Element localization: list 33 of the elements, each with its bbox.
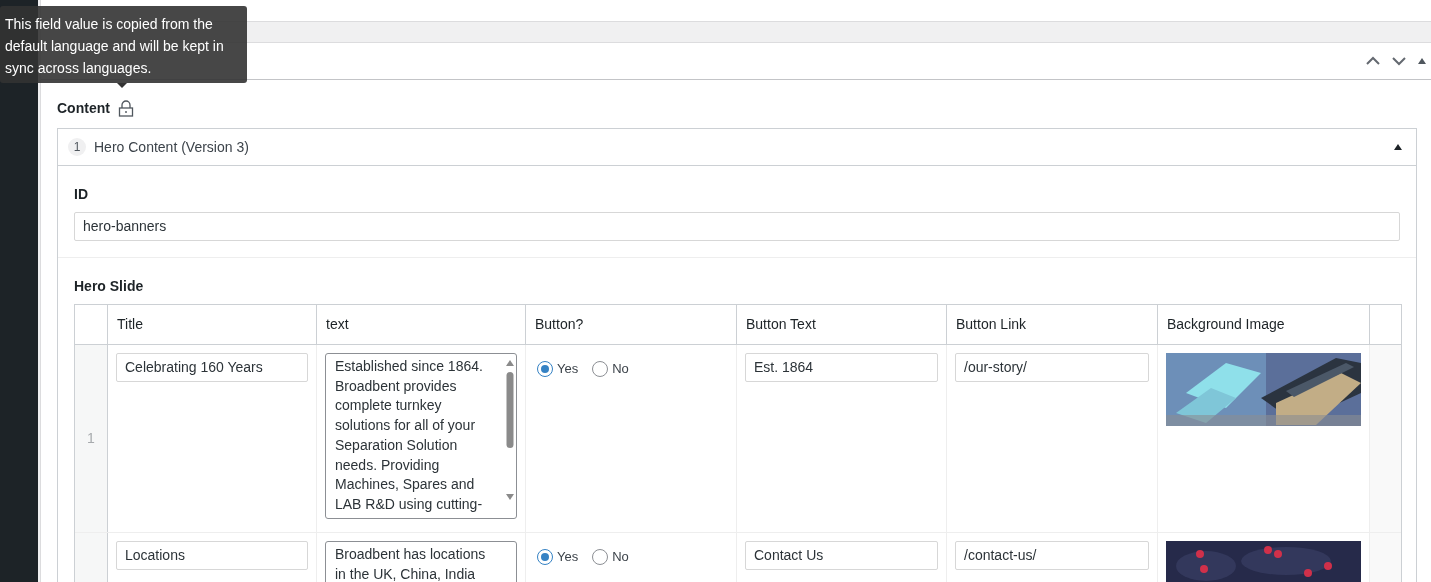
column-header: Title <box>108 305 317 344</box>
chevron-down-icon[interactable] <box>1391 56 1407 66</box>
tooltip-text: This field value is copied from the default language and will be kept in sync across languages. <box>5 15 225 78</box>
layout-title: Hero Content (Version 3) <box>94 137 249 157</box>
text-area[interactable]: Broadbent has locations in the UK, China, India <box>325 541 517 582</box>
column-header: Button? <box>526 305 737 344</box>
chevron-up-icon[interactable] <box>1365 56 1381 66</box>
title-field[interactable]: Celebrating 160 Years <box>116 353 308 382</box>
text-area-value: Established since 1864. Broadbent provides complete turnkey solutions for all of your Separation Solution needs. Providing Machines, Spares and LAB R&D using cutting- <box>335 358 483 512</box>
collapse-icon[interactable] <box>1417 57 1427 65</box>
text-area-value: Broadbent has locations in the UK, China, India <box>335 546 486 582</box>
button-text-field[interactable]: Est. 1864 <box>745 353 938 382</box>
repeater-label: Hero Slide <box>74 277 145 294</box>
title-field[interactable]: Locations <box>116 541 308 570</box>
button-link-field[interactable]: /contact-us/ <box>955 541 1149 570</box>
radio-option[interactable]: Yes <box>537 360 579 378</box>
collapse-icon[interactable] <box>1394 144 1402 150</box>
id-field[interactable]: hero-banners <box>74 212 1400 241</box>
button-text-field[interactable]: Contact Us <box>745 541 938 570</box>
radio-option[interactable]: No <box>592 548 629 566</box>
layout-header[interactable]: 1 Hero Content (Version 3) <box>58 129 1416 166</box>
column-header: Background Image <box>1158 305 1370 344</box>
id-label: ID <box>74 185 89 202</box>
column-header: text <box>317 305 526 344</box>
scrollbar[interactable] <box>506 360 514 500</box>
button-link-field[interactable]: /our-story/ <box>955 353 1149 382</box>
column-header: Button Text <box>737 305 947 344</box>
text-area[interactable]: Established since 1864. Broadbent provides complete turnkey solutions for all of your Separation Solution needs. Providing Machines, Spares and LAB R&D using cutting- <box>325 353 517 519</box>
column-header: Button Link <box>947 305 1158 344</box>
radio-option[interactable]: Yes <box>537 548 579 566</box>
layout-index: 1 <box>68 138 86 156</box>
radio-option[interactable]: No <box>592 360 629 378</box>
field-label: Content <box>57 98 110 118</box>
